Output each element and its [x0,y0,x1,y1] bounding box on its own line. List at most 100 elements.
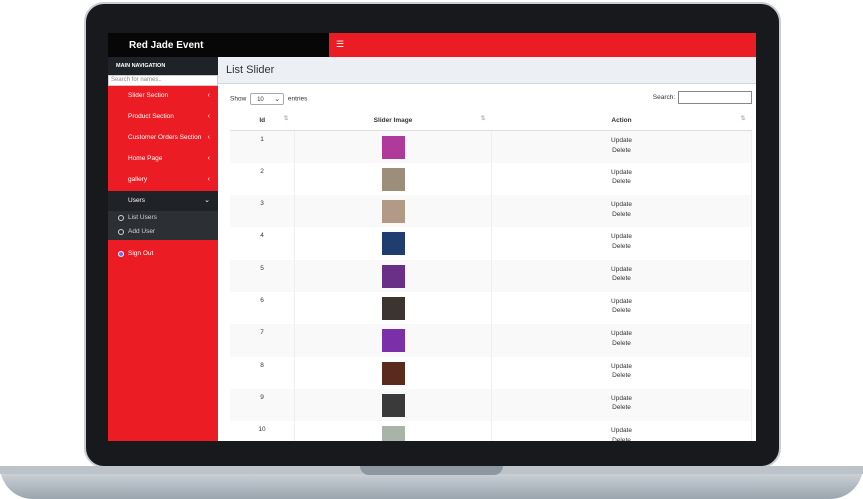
main-content: List Slider Show 10 ⌄ entries Search: Id… [218,57,756,441]
update-link[interactable]: Update [493,297,750,307]
entries-label: entries [287,95,308,103]
sign-out-link[interactable]: Sign Out [108,247,218,261]
update-link[interactable]: Update [493,329,750,339]
image-cell [294,162,492,196]
image-cell [294,195,492,228]
delete-link[interactable]: Delete [493,403,750,413]
update-link[interactable]: Update [493,265,750,275]
image-cell [294,291,492,325]
sidebar-item-slider-section[interactable]: Slider Section ‹ [108,86,218,106]
chevron-left-icon: ‹ [207,113,210,120]
id-cell: 8 [230,356,295,389]
slider-thumbnail[interactable] [381,296,405,320]
delete-link[interactable]: Delete [493,146,750,156]
delete-link[interactable]: Delete [493,339,750,349]
update-link[interactable]: Update [493,232,750,242]
circle-icon [118,215,124,221]
id-cell: 9 [230,388,295,422]
search-input[interactable] [678,91,752,104]
slider-thumbnail[interactable] [381,264,405,288]
action-cell: Update Delete [491,195,752,228]
image-cell [294,356,492,389]
entries-control: Show 10 ⌄ entries [230,93,307,105]
slider-thumbnail[interactable] [381,393,405,417]
search-label: Search: [652,94,676,102]
column-header-label: Slider Image [373,116,413,124]
chevron-left-icon: ‹ [207,134,210,141]
column-header-action[interactable]: Action ⇅ [491,110,752,131]
brand-title[interactable]: Red Jade Event [129,40,203,51]
table-row: 2 Update Delete [230,162,752,196]
slider-thumbnail[interactable] [381,136,405,159]
slider-thumbnail[interactable] [381,361,405,385]
slider-thumbnail[interactable] [381,167,405,191]
image-cell [294,421,492,441]
brand-bar: Red Jade Event [108,33,329,57]
sidebar-item-label: Slider Section [128,92,169,99]
circle-icon [118,251,124,257]
laptop-notch [360,466,503,475]
hamburger-icon[interactable]: ☰ [336,39,344,50]
table-row: 7 Update Delete [230,324,752,357]
update-link[interactable]: Update [493,136,750,146]
sidebar-item-customer-orders[interactable]: Customer Orders Section ‹ [108,128,218,148]
show-label: Show [230,95,247,103]
sidebar-item-label: Product Section [128,113,174,120]
table-row: 10 Update Delete [230,421,752,441]
column-header-id[interactable]: Id ⇅ [230,110,295,131]
column-header-image[interactable]: Slider Image ⇅ [294,110,492,131]
delete-link[interactable]: Delete [493,210,750,220]
delete-link[interactable]: Delete [493,306,750,316]
sidebar-subitem-list-users[interactable]: List Users [108,211,218,225]
action-cell: Update Delete [491,291,752,325]
update-link[interactable]: Update [493,200,750,210]
sidebar-item-label: Users [128,197,145,204]
image-cell [294,227,492,260]
update-link[interactable]: Update [493,168,750,178]
id-cell: 10 [230,421,295,441]
image-cell [294,324,492,357]
action-cell: Update Delete [491,324,752,357]
sort-icon: ⇅ [740,116,746,122]
id-cell: 3 [230,195,295,228]
slider-thumbnail[interactable] [381,200,405,224]
sidebar-search-input[interactable]: Search for names.. [108,75,218,86]
action-cell: Update Delete [491,388,752,422]
sidebar: MAIN NAVIGATION Search for names.. Slide… [108,57,218,441]
id-cell: 2 [230,162,295,196]
slider-thumbnail[interactable] [381,426,405,441]
chevron-down-icon: ⌄ [274,96,281,103]
delete-link[interactable]: Delete [493,242,750,252]
screen: Red Jade Event ☰ MAIN NAVIGATION Search … [108,33,756,441]
chevron-left-icon: ‹ [207,92,210,99]
update-link[interactable]: Update [493,394,750,404]
sort-icon: ⇅ [480,116,486,122]
slider-thumbnail[interactable] [381,232,405,256]
chevron-down-icon: ⌄ [204,197,210,204]
sidebar-item-product-section[interactable]: Product Section ‹ [108,107,218,127]
table-row: 1 Update Delete [230,130,752,163]
delete-link[interactable]: Delete [493,274,750,284]
action-cell: Update Delete [491,130,752,163]
slider-thumbnail[interactable] [381,329,405,353]
delete-link[interactable]: Delete [493,177,750,187]
update-link[interactable]: Update [493,362,750,372]
sidebar-item-gallery[interactable]: gallery ‹ [108,170,218,190]
table-search: Search: [653,91,752,104]
update-link[interactable]: Update [493,426,750,436]
sidebar-item-label: Home Page [128,155,163,162]
sidebar-item-users[interactable]: Users ⌄ [108,191,218,211]
sidebar-item-home-page[interactable]: Home Page ‹ [108,149,218,169]
delete-link[interactable]: Delete [493,436,750,441]
slider-table: Id ⇅ Slider Image ⇅ Action ⇅ 1 Update Dele… [230,110,752,441]
chevron-left-icon: ‹ [207,176,210,183]
table-row: 6 Update Delete [230,291,752,325]
action-cell: Update Delete [491,162,752,196]
column-header-label: Action [611,116,632,124]
entries-select[interactable]: 10 ⌄ [250,93,285,105]
action-cell: Update Delete [491,421,752,441]
sidebar-subitem-add-user[interactable]: Add User [108,225,218,240]
entries-value: 10 [257,97,264,103]
delete-link[interactable]: Delete [493,371,750,381]
image-cell [294,259,492,292]
